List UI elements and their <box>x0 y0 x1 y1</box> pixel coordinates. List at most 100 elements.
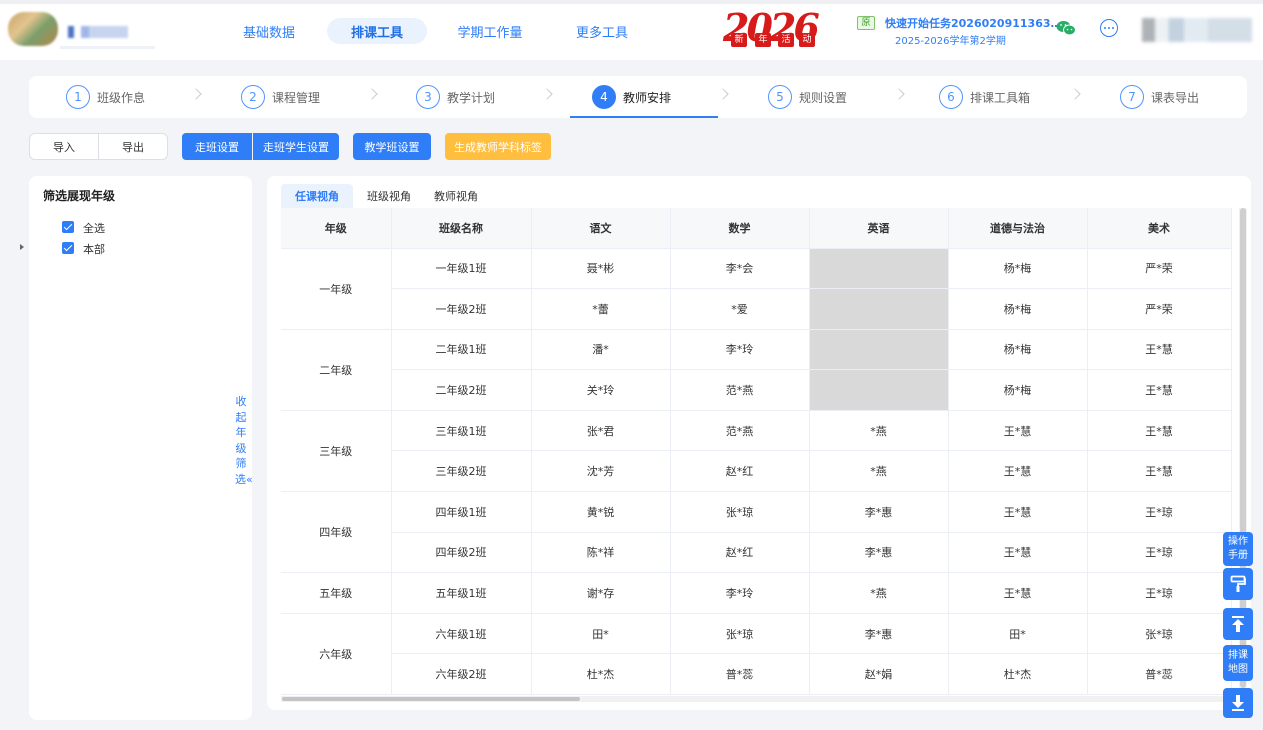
teacher-cell[interactable]: 杨*梅 <box>948 288 1088 330</box>
step-rule-settings[interactable]: 5 规则设置 <box>768 76 847 118</box>
scroll-to-top-button[interactable] <box>1223 608 1253 640</box>
column-header[interactable]: 英语 <box>809 208 949 249</box>
tab-class-view[interactable]: 班级视角 <box>356 184 422 208</box>
teacher-cell[interactable]: 沈*芳 <box>531 450 671 493</box>
download-button[interactable] <box>1223 688 1253 718</box>
teacher-cell[interactable]: 杨*梅 <box>948 329 1088 371</box>
user-avatar-blurred[interactable] <box>1142 18 1252 42</box>
campus-checkbox[interactable] <box>62 242 74 254</box>
teacher-cell[interactable]: 杨*梅 <box>948 369 1088 411</box>
tab-teacher-view[interactable]: 教师视角 <box>424 184 488 208</box>
step-class-schedule[interactable]: 1 班级作息 <box>66 76 145 118</box>
scrollbar-thumb[interactable] <box>282 697 580 701</box>
teacher-cell[interactable]: 严*荣 <box>1087 248 1232 290</box>
select-all-checkbox[interactable] <box>62 221 74 233</box>
tab-teaching-view[interactable]: 任课视角 <box>281 184 353 208</box>
teacher-cell[interactable]: *蕾 <box>531 288 671 330</box>
column-header[interactable]: 语文 <box>531 208 671 249</box>
nav-semester-workload[interactable]: 学期工作量 <box>450 18 530 44</box>
teacher-cell[interactable]: 聂*彬 <box>531 248 671 290</box>
message-icon[interactable] <box>1100 19 1118 37</box>
current-task[interactable]: 原 快速开始任务2026020911363… 2025-2026学年第2学期 <box>857 14 1062 48</box>
operation-manual-button[interactable]: 操作手册 <box>1223 532 1253 566</box>
column-header[interactable]: 数学 <box>670 208 810 249</box>
nav-more-tools[interactable]: 更多工具 <box>567 18 637 44</box>
paint-roller-button[interactable] <box>1223 568 1253 600</box>
walk-class-settings-button[interactable]: 走班设置 <box>182 133 252 160</box>
column-header[interactable]: 美术 <box>1087 208 1232 249</box>
teacher-cell[interactable]: 李*玲 <box>670 329 810 371</box>
teacher-cell[interactable]: 关*玲 <box>531 369 671 411</box>
column-header[interactable]: 道德与法治 <box>948 208 1088 249</box>
new-year-event-badge[interactable]: 2026 新 年 活 动 <box>723 5 820 50</box>
teacher-cell[interactable]: 王*慧 <box>1087 450 1232 493</box>
column-header[interactable]: 班级名称 <box>391 208 532 249</box>
teacher-cell[interactable]: 杨*梅 <box>948 248 1088 290</box>
step-scheduling-toolbox[interactable]: 6 排课工具箱 <box>939 76 1030 118</box>
teacher-cell[interactable]: 赵*娟 <box>809 653 949 696</box>
teacher-cell[interactable]: 王*慧 <box>948 491 1088 533</box>
horizontal-scrollbar[interactable] <box>281 696 1239 702</box>
export-button[interactable]: 导出 <box>98 133 168 160</box>
table-row: 一年级 一年级1班 聂*彬 李*会 杨*梅 严*荣 <box>281 248 1232 330</box>
teacher-cell[interactable]: 王*慧 <box>1087 329 1232 371</box>
teacher-cell[interactable]: 范*燕 <box>670 410 810 452</box>
teacher-cell[interactable]: *燕 <box>809 410 949 452</box>
teacher-cell[interactable]: 谢*存 <box>531 572 671 614</box>
teacher-cell[interactable]: 李*惠 <box>809 532 949 574</box>
nav-scheduling-tools[interactable]: 排课工具 <box>327 18 427 44</box>
teacher-cell[interactable]: 王*慧 <box>1087 410 1232 452</box>
teacher-cell[interactable]: 王*琼 <box>1087 572 1232 614</box>
teacher-cell[interactable]: *爱 <box>670 288 810 330</box>
wechat-icon[interactable] <box>1056 20 1076 36</box>
teacher-cell[interactable]: 赵*红 <box>670 450 810 493</box>
teacher-cell[interactable]: 范*燕 <box>670 369 810 411</box>
teacher-cell[interactable] <box>809 288 949 330</box>
teacher-cell[interactable]: 张*琼 <box>670 491 810 533</box>
step-teacher-arrangement[interactable]: 4 教师安排 <box>570 76 718 118</box>
generate-subject-tags-button[interactable]: 生成教师学科标签 <box>445 133 551 160</box>
step-teaching-plan[interactable]: 3 教学计划 <box>416 76 495 118</box>
teacher-cell[interactable] <box>809 329 949 371</box>
teaching-class-settings-button[interactable]: 教学班设置 <box>353 133 431 160</box>
teacher-cell[interactable]: 王*慧 <box>1087 369 1232 411</box>
teacher-cell[interactable]: 张*君 <box>531 410 671 452</box>
teacher-cell[interactable]: 李*惠 <box>809 613 949 655</box>
school-logo[interactable] <box>8 12 58 46</box>
teacher-cell[interactable]: *燕 <box>809 572 949 614</box>
teacher-cell[interactable]: 李*玲 <box>670 572 810 614</box>
column-header[interactable]: 年级 <box>281 208 392 249</box>
step-timetable-export[interactable]: 7 课表导出 <box>1120 76 1199 118</box>
teacher-cell[interactable]: 王*慧 <box>948 572 1088 614</box>
teacher-cell[interactable]: 普*蕊 <box>670 653 810 696</box>
teacher-cell[interactable]: 普*蕊 <box>1087 653 1232 696</box>
teacher-cell[interactable]: 陈*祥 <box>531 532 671 574</box>
teacher-cell[interactable]: 王*琼 <box>1087 491 1232 533</box>
teacher-cell[interactable]: 张*琼 <box>670 613 810 655</box>
teacher-cell[interactable]: 田* <box>948 613 1088 655</box>
collapse-grade-filter-button[interactable]: 收起年级筛选« <box>235 394 253 487</box>
teacher-cell[interactable]: 王*慧 <box>948 410 1088 452</box>
walk-student-settings-button[interactable]: 走班学生设置 <box>253 133 339 160</box>
teacher-cell[interactable]: 王*琼 <box>1087 532 1232 574</box>
scheduling-map-button[interactable]: 排课地图 <box>1223 645 1253 681</box>
expand-arrow-icon[interactable] <box>20 244 24 250</box>
teacher-cell[interactable]: 杜*杰 <box>531 653 671 696</box>
teacher-cell[interactable]: 黄*锐 <box>531 491 671 533</box>
teacher-cell[interactable]: 王*慧 <box>948 450 1088 493</box>
teacher-cell[interactable]: 杜*杰 <box>948 653 1088 696</box>
teacher-cell[interactable]: 严*荣 <box>1087 288 1232 330</box>
step-course-management[interactable]: 2 课程管理 <box>241 76 320 118</box>
teacher-cell[interactable]: 李*惠 <box>809 491 949 533</box>
teacher-cell[interactable] <box>809 248 949 290</box>
teacher-cell[interactable]: 赵*红 <box>670 532 810 574</box>
teacher-cell[interactable]: *燕 <box>809 450 949 493</box>
teacher-cell[interactable]: 王*慧 <box>948 532 1088 574</box>
nav-basic-data[interactable]: 基础数据 <box>234 18 304 44</box>
teacher-cell[interactable]: 潘* <box>531 329 671 371</box>
teacher-cell[interactable]: 李*会 <box>670 248 810 290</box>
teacher-cell[interactable]: 张*琼 <box>1087 613 1232 655</box>
teacher-cell[interactable] <box>809 369 949 411</box>
import-button[interactable]: 导入 <box>29 133 99 160</box>
teacher-cell[interactable]: 田* <box>531 613 671 655</box>
